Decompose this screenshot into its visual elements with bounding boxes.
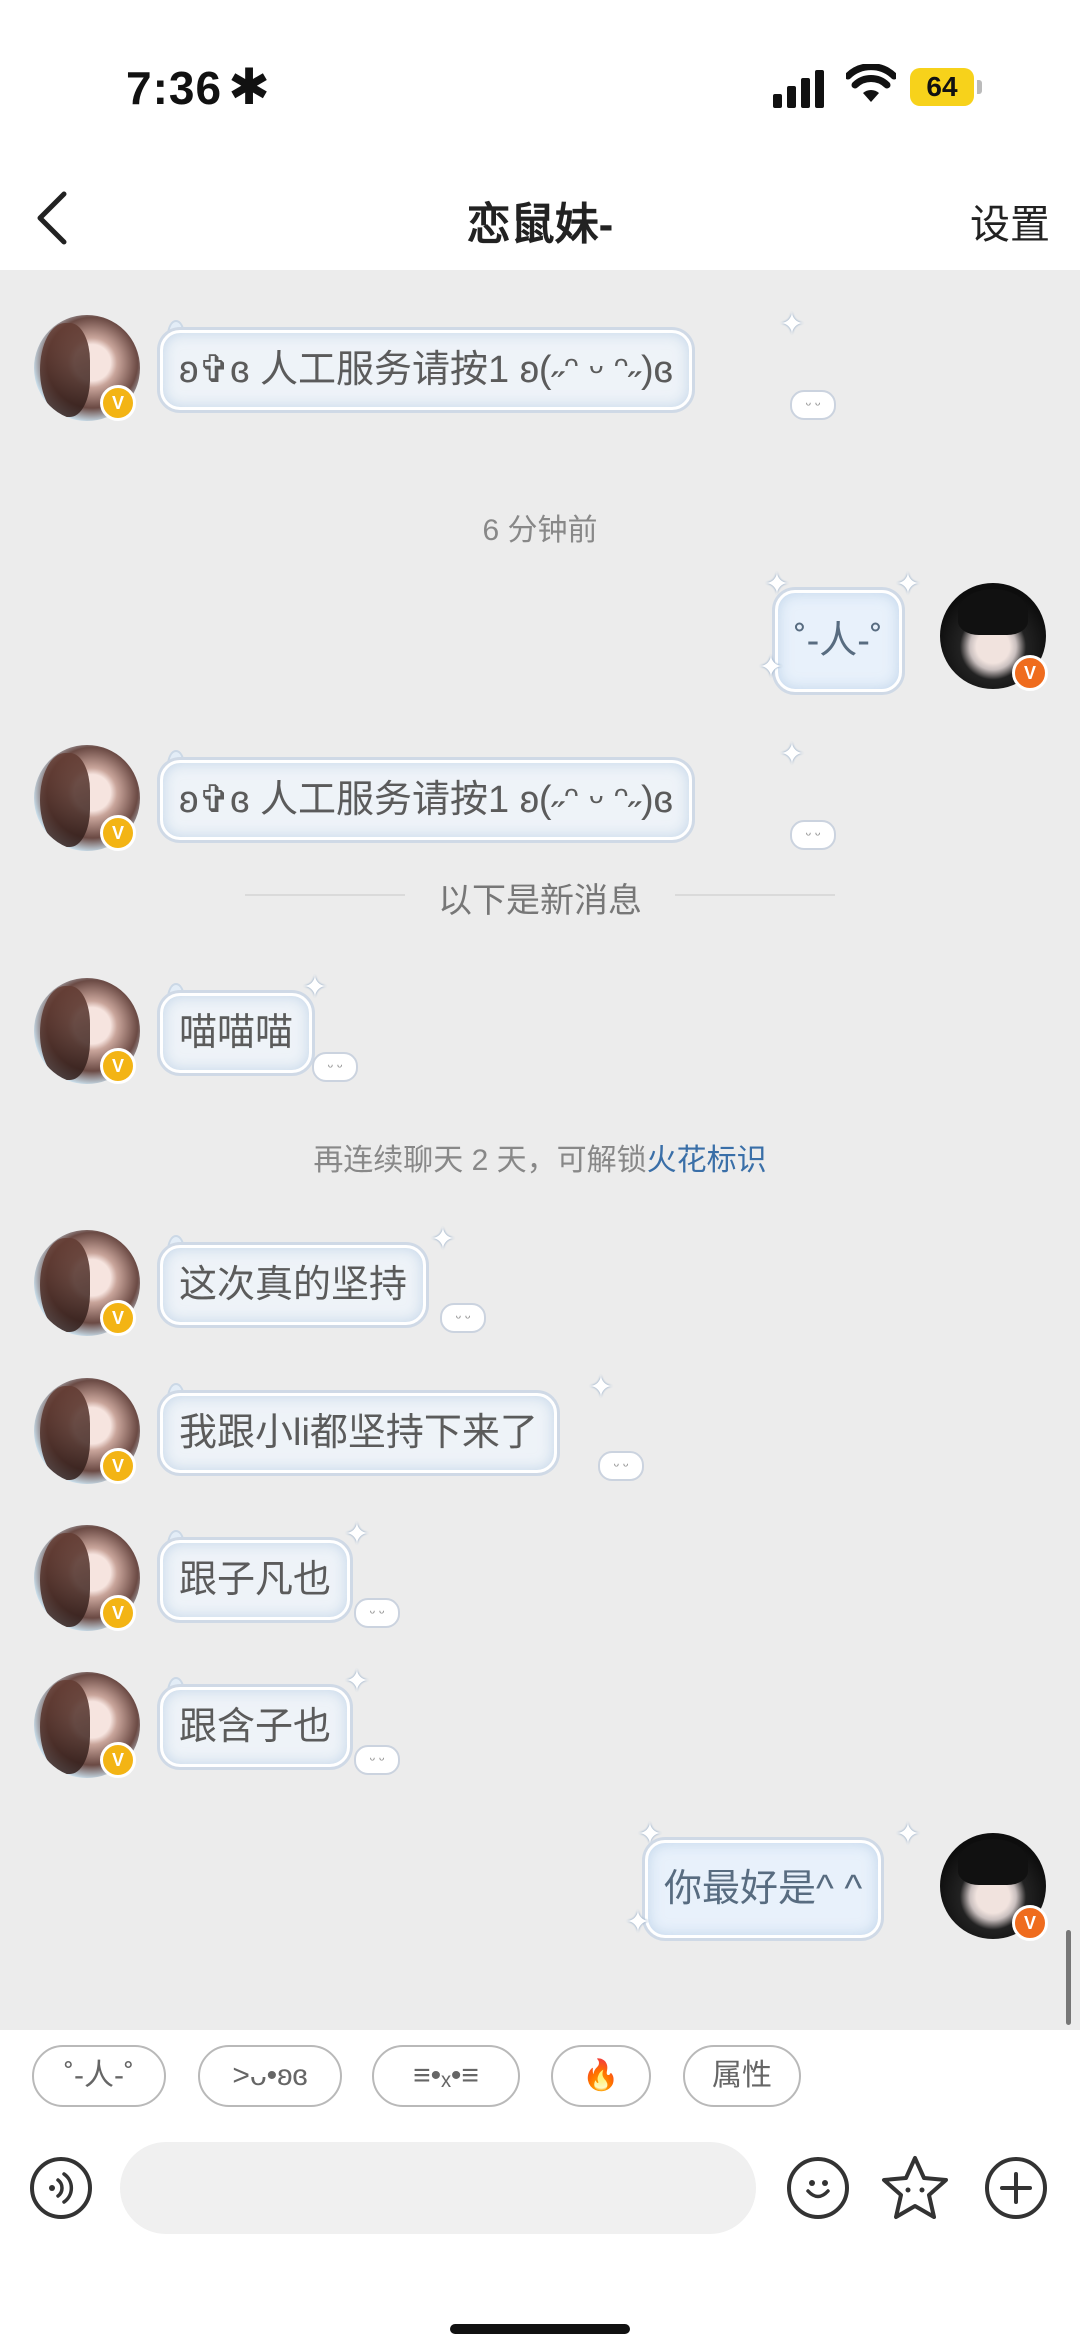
streak-hint: 再连续聊天 2 天，可解锁火花标识 bbox=[0, 1135, 1080, 1179]
bubble-star-decoration: ✦ bbox=[895, 568, 921, 601]
new-messages-divider: 以下是新消息 bbox=[438, 882, 642, 920]
message-timestamp: 6 分钟前 bbox=[482, 514, 598, 547]
bubble-cloud-decoration: ᵕ ᵕ bbox=[354, 1745, 400, 1775]
verified-badge: V bbox=[100, 1448, 136, 1484]
bubble-cloud-decoration: ᵕ ᵕ bbox=[354, 1598, 400, 1628]
bubble-cloud-decoration: ᵕ ᵕ bbox=[790, 390, 836, 420]
bubble-cloud-decoration: ᵕ ᵕ bbox=[790, 820, 836, 850]
spark-badge-link[interactable]: 火花标识 bbox=[647, 1144, 767, 1177]
message-bubble[interactable]: 喵喵喵 bbox=[160, 993, 313, 1073]
bubble-star-decoration: ✦ bbox=[344, 1665, 370, 1698]
divider-line bbox=[675, 894, 835, 896]
message-bubble[interactable]: 你最好是^ ^ bbox=[645, 1840, 882, 1938]
bubble-star-decoration: ✦ bbox=[895, 1818, 921, 1851]
verified-badge: V bbox=[100, 815, 136, 851]
chat-header: 恋鼠妹- 设置 bbox=[0, 170, 1080, 270]
bubble-star-decoration: ✦ bbox=[344, 1518, 370, 1551]
fire-chip[interactable]: 🔥 bbox=[551, 2045, 651, 2107]
verified-badge: V bbox=[100, 1595, 136, 1631]
message-bubble[interactable]: 这次真的坚持 bbox=[160, 1245, 427, 1325]
message-bubble[interactable]: 跟子凡也 bbox=[160, 1540, 351, 1620]
sticker-star-icon[interactable] bbox=[880, 2154, 950, 2222]
status-bar: 7:36 ✱ 64 bbox=[0, 0, 1080, 170]
bubble-star-decoration: ✦ bbox=[779, 308, 805, 341]
chat-title: 恋鼠妹- bbox=[466, 200, 614, 249]
verified-badge: V bbox=[1012, 655, 1048, 691]
verified-badge: V bbox=[100, 1300, 136, 1336]
plus-icon[interactable] bbox=[985, 2157, 1047, 2219]
bubble-star-decoration: ✦ bbox=[588, 1371, 614, 1404]
bubble-star-decoration: ✦ bbox=[779, 738, 805, 771]
bubble-star-decoration: ✦ bbox=[758, 651, 784, 684]
bubble-cloud-decoration: ᵕ ᵕ bbox=[312, 1052, 358, 1082]
attribute-chip[interactable]: 属性 bbox=[683, 2045, 801, 2107]
quick-reply-chip[interactable]: ≡•ₓ•≡ bbox=[372, 2045, 520, 2107]
input-panel: ˚-人-˚ >ᴗ•ʚɞ ≡•ₓ•≡ 🔥 属性 bbox=[0, 2030, 1080, 2349]
status-time: 7:36 ✱ bbox=[126, 58, 271, 116]
signal-icon bbox=[773, 70, 829, 108]
home-indicator bbox=[450, 2324, 630, 2334]
status-time-text: 7:36 bbox=[126, 62, 223, 114]
verified-badge: V bbox=[100, 385, 136, 421]
battery-tip bbox=[977, 80, 982, 94]
wifi-icon bbox=[846, 64, 896, 102]
bubble-cloud-decoration: ᵕ ᵕ bbox=[598, 1451, 644, 1481]
message-bubble[interactable]: ˚-人-˚ bbox=[775, 590, 902, 692]
verified-badge: V bbox=[100, 1742, 136, 1778]
battery-icon: 64 bbox=[910, 68, 974, 106]
bubble-star-decoration: ✦ bbox=[430, 1223, 456, 1256]
bubble-star-decoration: ✦ bbox=[302, 971, 328, 1004]
status-asterisk-icon: ✱ bbox=[228, 59, 271, 115]
bubble-cloud-decoration: ᵕ ᵕ bbox=[440, 1303, 486, 1333]
quick-reply-chip[interactable]: >ᴗ•ʚɞ bbox=[198, 2045, 342, 2107]
bubble-star-decoration: ✦ bbox=[625, 1906, 651, 1939]
verified-badge: V bbox=[1012, 1905, 1048, 1941]
quick-reply-chip[interactable]: ˚-人-˚ bbox=[32, 2045, 166, 2107]
message-input[interactable] bbox=[120, 2142, 756, 2234]
message-bubble[interactable]: ʚ✞ɞ 人工服务请按1 ʚ(˶ᵔ ᵕ ᵔ˶)ɞ bbox=[160, 330, 692, 410]
voice-icon[interactable] bbox=[30, 2157, 92, 2219]
message-bubble[interactable]: ʚ✞ɞ 人工服务请按1 ʚ(˶ᵔ ᵕ ᵔ˶)ɞ bbox=[160, 760, 692, 840]
settings-button[interactable]: 设置 bbox=[970, 192, 1050, 250]
scrollbar[interactable] bbox=[1066, 1930, 1071, 2025]
message-bubble[interactable]: 跟含子也 bbox=[160, 1687, 351, 1767]
verified-badge: V bbox=[100, 1048, 136, 1084]
emoji-icon[interactable] bbox=[787, 2157, 849, 2219]
streak-hint-text: 再连续聊天 2 天，可解锁 bbox=[313, 1144, 647, 1177]
message-bubble[interactable]: 我跟小li都坚持下来了 bbox=[160, 1393, 557, 1473]
